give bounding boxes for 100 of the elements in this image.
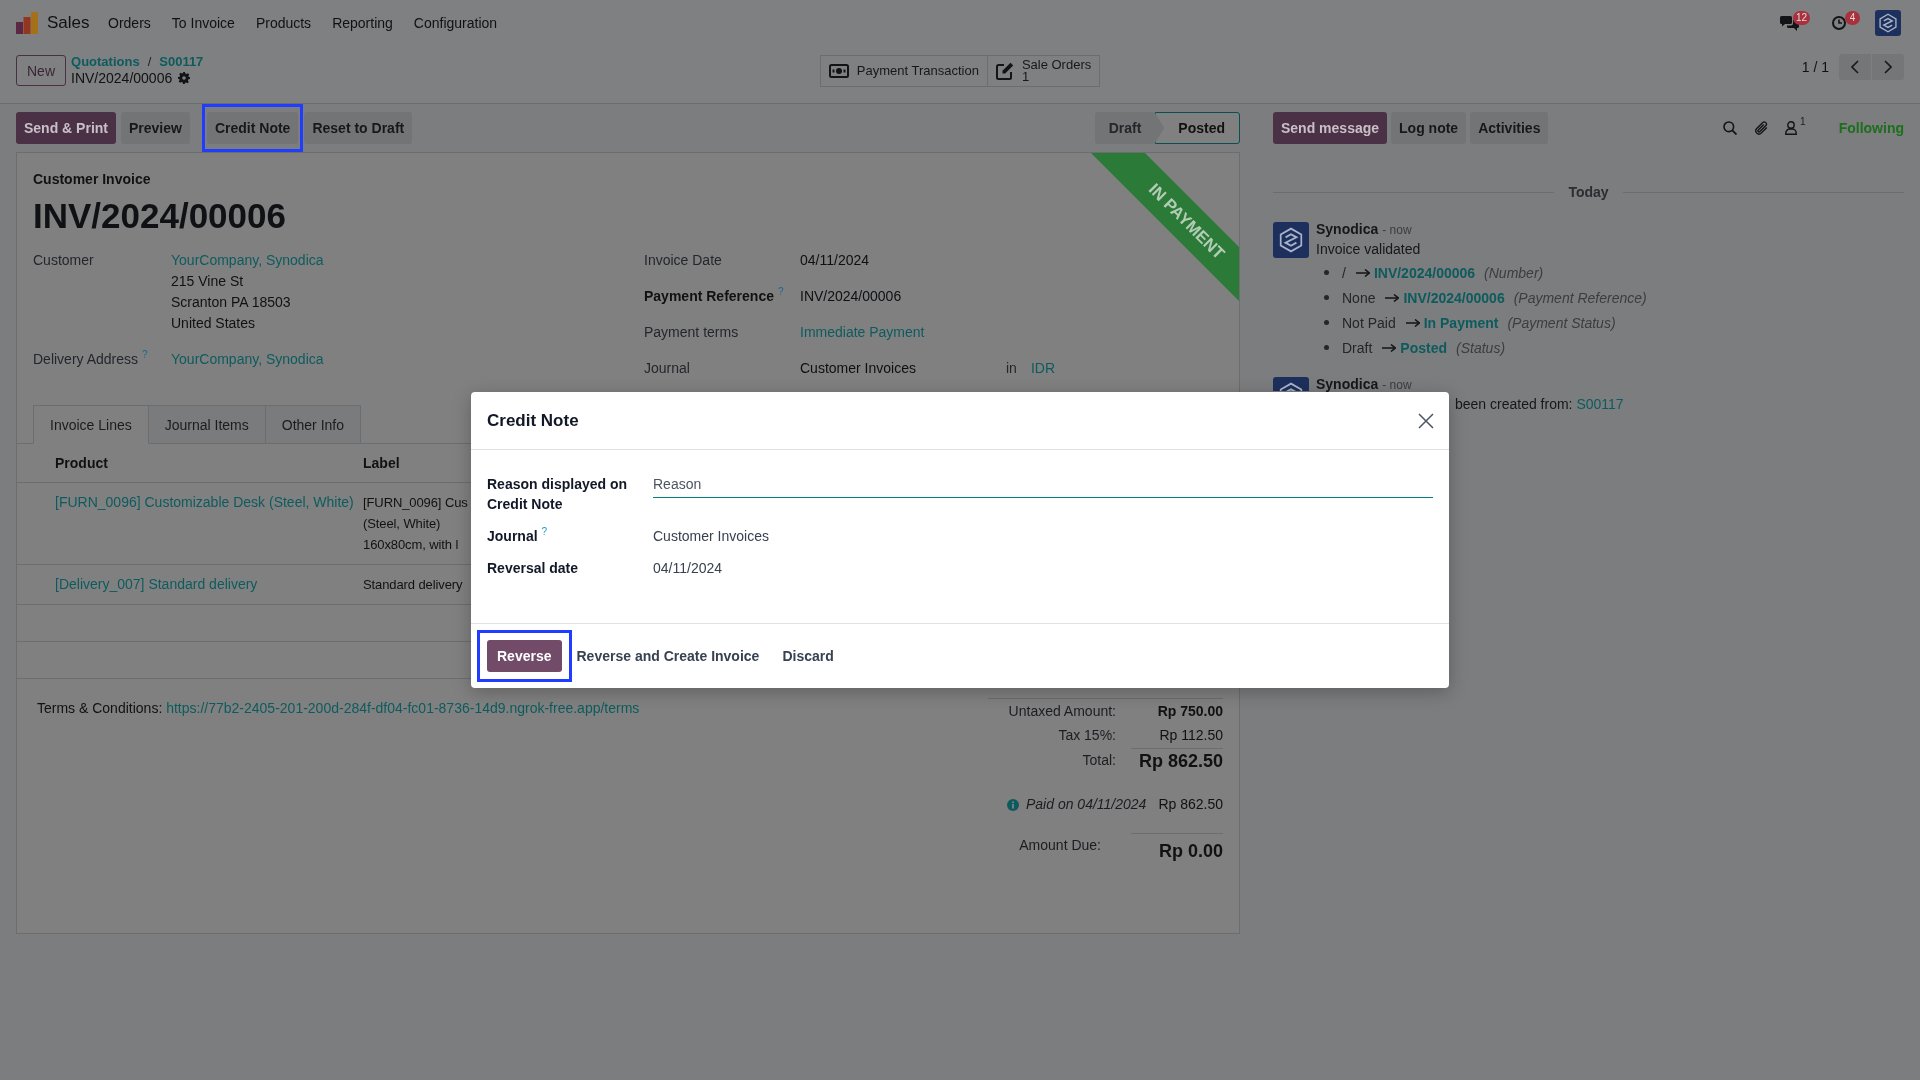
menu-item[interactable]: Configuration xyxy=(403,8,508,38)
avatar-icon[interactable] xyxy=(1273,222,1309,258)
payment-amount: Rp 862.50 xyxy=(1158,795,1223,814)
document-type: Customer Invoice xyxy=(33,170,151,189)
next-page-button[interactable] xyxy=(1872,54,1904,80)
record-name: INV/2024/00006 xyxy=(71,70,173,86)
chatter-button[interactable]: Send message xyxy=(1273,112,1388,144)
bullet-icon xyxy=(1324,320,1329,325)
paperclip-icon[interactable] xyxy=(1754,120,1769,136)
follower-count: 1 xyxy=(1800,117,1806,127)
message-time: - now xyxy=(1382,378,1412,392)
field-name: (Payment Status) xyxy=(1507,314,1616,331)
arrow-right-icon xyxy=(1385,293,1400,302)
breadcrumb-link[interactable]: Quotations xyxy=(71,54,140,70)
menu-item[interactable]: Products xyxy=(245,8,322,38)
tab[interactable]: Invoice Lines xyxy=(33,405,149,444)
field-label: Customer xyxy=(33,251,94,268)
bar-chart-logo-icon[interactable] xyxy=(16,12,38,34)
old-value: Draft xyxy=(1342,339,1373,356)
menu-item[interactable]: To Invoice xyxy=(161,8,246,38)
field-label: Delivery Address xyxy=(33,350,139,367)
product-link[interactable]: [Delivery_007] Standard delivery xyxy=(55,576,258,592)
dialog-title: Credit Note xyxy=(487,410,579,431)
field-link[interactable]: YourCompany, Synodica xyxy=(171,249,324,271)
total-label: Untaxed Amount: xyxy=(1008,703,1116,719)
count-badge: 4 xyxy=(1845,11,1860,25)
field-label: Payment terms xyxy=(644,323,739,340)
action-button[interactable]: Reset to Draft xyxy=(304,112,413,144)
field-value: 04/11/2024 xyxy=(653,559,723,578)
terms-link[interactable]: https://77b2-2405-201-200d-284f-df04-fc01-8736-14d9.ngrok-free.app/terms xyxy=(166,700,640,716)
arrow-right-icon xyxy=(1405,318,1420,327)
dialog-button[interactable]: Reverse and Create Invoice xyxy=(574,640,762,672)
edit-icon xyxy=(995,62,1014,80)
amount-due-label: Amount Due: xyxy=(1019,837,1101,853)
field-value: Customer Invoices xyxy=(653,527,769,546)
app-name[interactable]: Sales xyxy=(47,13,90,33)
clock-icon[interactable] xyxy=(1832,16,1846,30)
new-value: INV/2024/00006 xyxy=(1373,264,1476,281)
currency-link[interactable]: IDR xyxy=(1030,357,1056,379)
column-header[interactable]: Product xyxy=(55,455,108,471)
action-button[interactable]: Send & Print xyxy=(16,112,116,144)
avatar-icon[interactable] xyxy=(1273,377,1309,391)
person-icon[interactable] xyxy=(1785,121,1798,135)
field-link[interactable]: Immediate Payment xyxy=(800,321,925,343)
payment-text: Paid on 04/11/2024 xyxy=(1026,795,1147,814)
new-button[interactable]: New xyxy=(16,55,66,86)
field-label: Reason displayed on Credit Note xyxy=(487,476,628,512)
gear-icon[interactable] xyxy=(178,72,191,84)
banknote-icon xyxy=(828,64,849,78)
terms-text: Terms & Conditions: https://77b2-2405-201-200d-284f-df04-fc01-8736-14d9.ngrok-free.app/terms xyxy=(36,699,640,718)
invoice-number: INV/2024/00006 xyxy=(33,195,286,237)
chatter-button[interactable]: Activities xyxy=(1470,112,1549,144)
chatter-button[interactable]: Log note xyxy=(1391,112,1467,144)
field-label: Journal xyxy=(644,359,690,376)
status-stage[interactable]: Posted xyxy=(1155,112,1240,144)
field-name: (Payment Reference) xyxy=(1513,289,1647,306)
smart-button[interactable]: Payment Transaction xyxy=(819,55,988,87)
reason-field[interactable]: Reason xyxy=(653,474,1433,498)
total-label: Total: xyxy=(1082,752,1116,768)
pager-value: 1 / 1 xyxy=(1801,59,1829,75)
message-author: Synodica xyxy=(1316,221,1379,237)
new-value: INV/2024/00006 xyxy=(1403,289,1505,306)
bullet-icon xyxy=(1324,345,1329,350)
menu-item[interactable]: Orders xyxy=(97,8,162,38)
user-avatar-icon[interactable] xyxy=(1875,10,1901,36)
line-label: Standard delivery xyxy=(363,576,463,594)
tab[interactable]: Other Info xyxy=(264,405,362,443)
field-link[interactable]: YourCompany, Synodica xyxy=(171,348,324,370)
field-label: Payment Reference xyxy=(644,287,774,304)
column-header[interactable]: Label xyxy=(363,455,400,471)
menu-item[interactable]: Reporting xyxy=(321,8,404,38)
close-icon[interactable] xyxy=(1418,412,1434,429)
arrow-right-icon xyxy=(1382,343,1397,352)
new-value: Posted xyxy=(1400,339,1448,356)
dialog-button[interactable]: Discard xyxy=(780,640,836,672)
total-amount: Rp 862.50 xyxy=(1138,751,1223,771)
product-link[interactable]: [FURN_0096] Customizable Desk (Steel, White) xyxy=(55,494,354,510)
amount-due-value: Rp 0.00 xyxy=(1158,841,1223,861)
help-mark[interactable]: ? xyxy=(541,526,548,537)
search-icon[interactable] xyxy=(1723,121,1738,135)
arrow-right-icon xyxy=(1355,268,1370,277)
message-body: Invoice validated xyxy=(1316,240,1421,259)
dialog-button[interactable]: Reverse xyxy=(487,640,562,672)
breadcrumb-link[interactable]: S00117 xyxy=(159,54,204,70)
action-button[interactable]: Preview xyxy=(121,112,190,144)
total-label: Tax 15%: xyxy=(1058,727,1116,743)
action-button[interactable]: Credit Note xyxy=(206,112,299,144)
day-label: Today xyxy=(1568,182,1609,202)
chevron-right-icon xyxy=(1884,60,1892,74)
record-link[interactable]: S00117 xyxy=(1576,396,1624,412)
smart-button[interactable]: Sale Orders 1 xyxy=(987,55,1101,87)
old-value: / xyxy=(1342,264,1346,281)
field-value: INV/2024/00006 xyxy=(800,286,902,306)
message-time: - now xyxy=(1382,223,1412,237)
breadcrumb-separator: / xyxy=(147,54,152,70)
previous-page-button[interactable] xyxy=(1839,54,1871,80)
line-label: [FURN_0096] Cus (Steel, White) 160x80cm, with l xyxy=(363,494,468,554)
address-text: 215 Vine St Scranton PA 18503 United States xyxy=(171,271,291,333)
tab[interactable]: Journal Items xyxy=(147,405,266,443)
field-name: (Number) xyxy=(1484,264,1544,281)
